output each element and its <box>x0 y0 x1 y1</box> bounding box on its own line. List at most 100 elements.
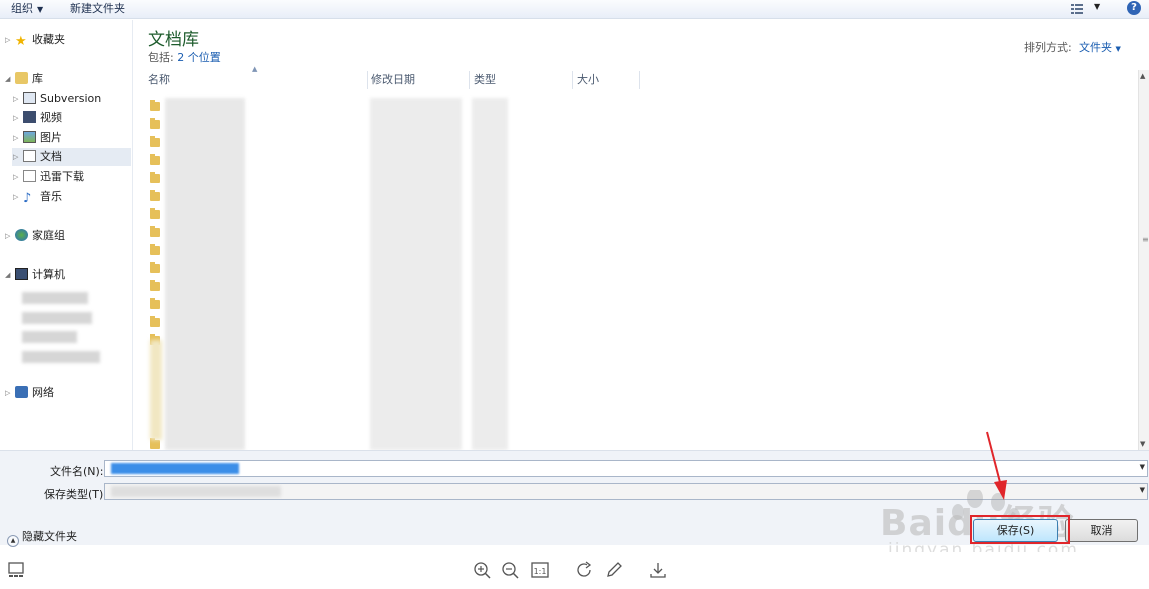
folder-icon <box>150 280 160 291</box>
expand-icon[interactable]: ▷ <box>5 384 10 402</box>
filetype-label: 保存类型(T): <box>44 488 108 501</box>
expand-icon[interactable]: ▷ <box>13 148 18 166</box>
column-divider[interactable] <box>469 71 470 89</box>
nav-network[interactable]: ▷ 网络 <box>5 384 54 402</box>
expand-icon[interactable]: ▷ <box>13 168 18 186</box>
drive-item-redacted[interactable] <box>22 292 88 304</box>
expand-icon[interactable]: ▷ <box>5 31 10 49</box>
expand-icon[interactable]: ▷ <box>5 227 10 245</box>
arrange-by-dropdown[interactable]: 文件夹 ▼ <box>1079 39 1121 55</box>
folder-icon <box>150 244 160 255</box>
includes-locations-link[interactable]: 2 个位置 <box>177 51 221 64</box>
folder-icon <box>150 136 160 147</box>
actual-size-icon[interactable]: 1:1 <box>530 560 550 580</box>
nav-item-label: 视频 <box>40 111 62 124</box>
nav-favorites-label: 收藏夹 <box>32 33 65 46</box>
type-column-redacted[interactable] <box>472 98 508 450</box>
vertical-scrollbar[interactable]: ▲ ≡ ▼ <box>1138 70 1149 450</box>
nav-homegroup[interactable]: ▷ 家庭组 <box>5 227 65 245</box>
download-icon[interactable] <box>648 560 668 580</box>
column-header-name[interactable]: 名称 <box>146 70 366 90</box>
nav-item-label: 图片 <box>40 131 62 144</box>
nav-homegroup-label: 家庭组 <box>32 229 65 242</box>
column-divider[interactable] <box>572 71 573 89</box>
video-icon <box>23 111 36 123</box>
folder-icon <box>150 100 160 111</box>
date-column-redacted[interactable] <box>370 98 462 450</box>
expand-icon[interactable]: ▷ <box>13 129 18 147</box>
homegroup-icon <box>15 229 28 241</box>
nav-network-label: 网络 <box>32 386 54 399</box>
collapse-icon[interactable]: ◢ <box>5 70 10 88</box>
folder-icon <box>150 172 160 183</box>
hide-folders-toggle[interactable]: ▲ 隐藏文件夹 <box>7 528 77 547</box>
folder-icon <box>150 118 160 129</box>
help-button[interactable]: ? <box>1127 1 1141 15</box>
zoom-in-icon[interactable] <box>472 560 492 580</box>
nav-item-thunder-downloads[interactable]: ▷ 迅雷下载 <box>13 168 84 186</box>
arrange-by-value: 文件夹 <box>1079 41 1112 54</box>
zoom-out-icon[interactable] <box>500 560 520 580</box>
nav-item-label: 文档 <box>40 150 62 163</box>
nav-item-pictures[interactable]: ▷ 图片 <box>13 129 62 147</box>
edit-icon[interactable] <box>604 560 624 580</box>
view-dropdown-icon[interactable]: ▼ <box>1094 2 1100 11</box>
expand-icon[interactable]: ▷ <box>13 90 18 108</box>
document-icon <box>23 150 36 162</box>
library-icon <box>15 72 28 84</box>
svg-text:1:1: 1:1 <box>534 567 547 576</box>
thumbnail-panel-icon[interactable] <box>6 560 26 580</box>
network-icon <box>15 386 28 398</box>
scroll-grip-icon[interactable]: ≡ <box>1142 235 1149 244</box>
folder-icon <box>150 316 160 327</box>
drive-item-redacted[interactable] <box>22 351 100 363</box>
name-column-redacted[interactable] <box>165 98 245 450</box>
picture-icon <box>23 131 36 143</box>
nav-computer[interactable]: ◢ 计算机 <box>5 266 65 284</box>
column-divider[interactable] <box>367 71 368 89</box>
nav-favorites[interactable]: ▷ ★ 收藏夹 <box>5 31 65 49</box>
library-title: 文档库 <box>148 30 199 50</box>
expand-icon[interactable]: ▷ <box>13 188 18 206</box>
column-divider[interactable] <box>639 71 640 89</box>
music-note-icon: ♪ <box>23 191 32 206</box>
folder-icon <box>150 154 160 165</box>
command-bar: 组织 ▼ 新建文件夹 ▼ ? <box>0 0 1149 19</box>
cancel-button[interactable]: 取消 <box>1065 519 1138 542</box>
nav-libraries-label: 库 <box>32 72 43 85</box>
filename-selection <box>111 463 239 474</box>
scroll-up-icon[interactable]: ▲ <box>1140 72 1145 80</box>
nav-libraries[interactable]: ◢ 库 <box>5 70 43 88</box>
nav-item-videos[interactable]: ▷ 视频 <box>13 109 62 127</box>
nav-item-subversion[interactable]: ▷ Subversion <box>13 90 101 108</box>
nav-item-music[interactable]: ▷ ♪ 音乐 <box>13 188 62 206</box>
folder-icon <box>150 438 160 449</box>
organize-label: 组织 <box>11 2 33 15</box>
expand-icon[interactable]: ▷ <box>13 109 18 127</box>
annotation-arrow-icon <box>986 431 1007 500</box>
folder-icon <box>150 190 160 201</box>
column-header-date-modified[interactable]: 修改日期 <box>369 70 469 90</box>
chevron-down-icon[interactable]: ▼ <box>1140 486 1145 494</box>
folder-icon <box>150 208 160 219</box>
scroll-down-icon[interactable]: ▼ <box>1140 440 1145 448</box>
nav-item-label: 迅雷下载 <box>40 170 84 183</box>
column-header-type[interactable]: 类型 <box>472 70 572 90</box>
drive-item-redacted[interactable] <box>22 312 92 324</box>
view-options-icon[interactable] <box>1071 3 1083 15</box>
nav-item-documents[interactable]: ▷ 文档 <box>12 148 131 166</box>
collapse-icon[interactable]: ◢ <box>5 266 10 284</box>
chevron-down-icon: ▼ <box>37 5 44 14</box>
folder-icon <box>150 298 160 309</box>
organize-button[interactable]: 组织 ▼ <box>11 2 43 16</box>
nav-computer-label: 计算机 <box>32 268 65 281</box>
new-folder-button[interactable]: 新建文件夹 <box>70 2 125 16</box>
rotate-icon[interactable] <box>575 560 595 580</box>
chevron-down-icon: ▼ <box>1115 45 1121 53</box>
folder-column-redacted <box>150 340 162 440</box>
drive-item-redacted[interactable] <box>22 331 77 343</box>
folder-icon <box>150 226 160 237</box>
chevron-down-icon[interactable]: ▼ <box>1140 463 1145 471</box>
column-header-size[interactable]: 大小 <box>575 70 639 90</box>
subversion-icon <box>23 92 36 104</box>
